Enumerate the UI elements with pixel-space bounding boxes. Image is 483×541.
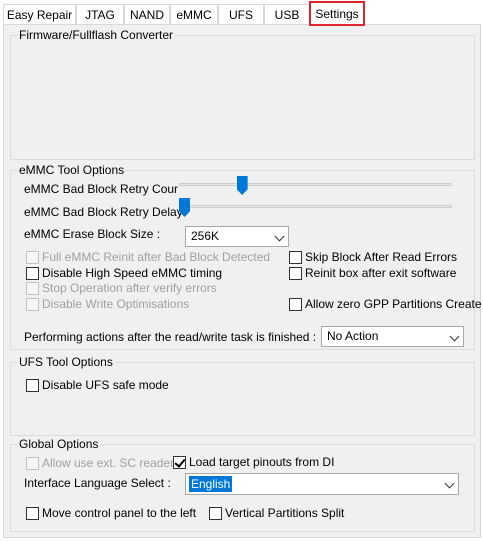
disable-high-speed-checkbox[interactable] <box>26 267 39 280</box>
erase-block-label: eMMC Erase Block Size : <box>24 227 161 241</box>
chevron-down-icon <box>449 331 460 342</box>
tab-emmc[interactable]: eMMC <box>170 4 218 24</box>
skip-block-checkbox[interactable] <box>289 251 302 264</box>
load-pinouts-checkbox[interactable] <box>173 456 186 469</box>
tab-jtag[interactable]: JTAG <box>76 4 124 24</box>
reinit-box-label: Reinit box after exit software <box>305 266 457 280</box>
disable-high-speed-label: Disable High Speed eMMC timing <box>42 266 223 280</box>
tab-nand[interactable]: NAND <box>124 4 170 24</box>
tab-easy-repair[interactable]: Easy Repair <box>3 4 76 24</box>
language-label: Interface Language Select : <box>24 476 171 490</box>
language-select[interactable]: English <box>185 473 459 495</box>
vertical-split-label: Vertical Partitions Split <box>225 506 345 520</box>
chevron-down-icon <box>444 478 455 489</box>
allow-zero-gpp-label: Allow zero GPP Partitions Create <box>305 297 482 311</box>
retry-count-slider-track[interactable] <box>179 183 452 186</box>
skip-block-label: Skip Block After Read Errors <box>305 250 458 264</box>
full-reinit-label: Full eMMC Reinit after Bad Block Detecte… <box>42 250 271 264</box>
disable-ufs-safe-mode-checkbox[interactable] <box>26 379 39 392</box>
erase-block-select[interactable]: 256K <box>185 226 289 247</box>
global-group-title: Global Options <box>17 437 101 452</box>
reinit-box-checkbox[interactable] <box>289 267 302 280</box>
disable-ufs-safe-mode-label: Disable UFS safe mode <box>42 378 169 392</box>
disable-write-opt-label: Disable Write Optimisations <box>42 297 190 311</box>
ufs-options-group: UFS Tool Options <box>10 355 475 436</box>
disable-write-opt-checkbox[interactable] <box>26 298 39 311</box>
after-task-label: Performing actions after the read/write … <box>24 330 317 344</box>
retry-delay-label: eMMC Bad Block Retry Delay <box>24 205 183 219</box>
stop-after-verify-label: Stop Operation after verify errors <box>42 281 217 295</box>
firmware-converter-group: Firmware/Fullflash Converter <box>10 28 475 160</box>
erase-block-value: 256K <box>191 229 220 243</box>
language-value: English <box>189 476 233 492</box>
full-reinit-checkbox[interactable] <box>26 251 39 264</box>
stop-after-verify-checkbox[interactable] <box>26 282 39 295</box>
ufs-group-title: UFS Tool Options <box>17 355 115 370</box>
vertical-split-checkbox[interactable] <box>209 507 222 520</box>
checkmark-icon <box>174 456 186 468</box>
retry-delay-slider-track[interactable] <box>179 205 452 208</box>
tab-usb[interactable]: USB <box>264 4 310 24</box>
allow-sc-readers-checkbox[interactable] <box>26 457 39 470</box>
allow-zero-gpp-checkbox[interactable] <box>289 298 302 311</box>
firmware-group-title: Firmware/Fullflash Converter <box>17 28 176 43</box>
emmc-group-title: eMMC Tool Options <box>17 163 127 178</box>
move-panel-checkbox[interactable] <box>26 507 39 520</box>
retry-count-label: eMMC Bad Block Retry Cour <box>24 182 179 196</box>
move-panel-label: Move control panel to the left <box>42 506 197 520</box>
tab-ufs[interactable]: UFS <box>218 4 264 24</box>
tab-settings[interactable]: Settings <box>309 1 365 26</box>
chevron-down-icon <box>274 231 285 242</box>
settings-panel: Firmware/Fullflash Converter eMMC Tool O… <box>3 24 482 538</box>
after-task-select[interactable]: No Action <box>321 326 464 347</box>
after-task-value: No Action <box>327 329 379 343</box>
allow-sc-readers-label: Allow use ext. SC readers <box>42 456 181 470</box>
load-pinouts-label: Load target pinouts from DI <box>189 455 335 469</box>
